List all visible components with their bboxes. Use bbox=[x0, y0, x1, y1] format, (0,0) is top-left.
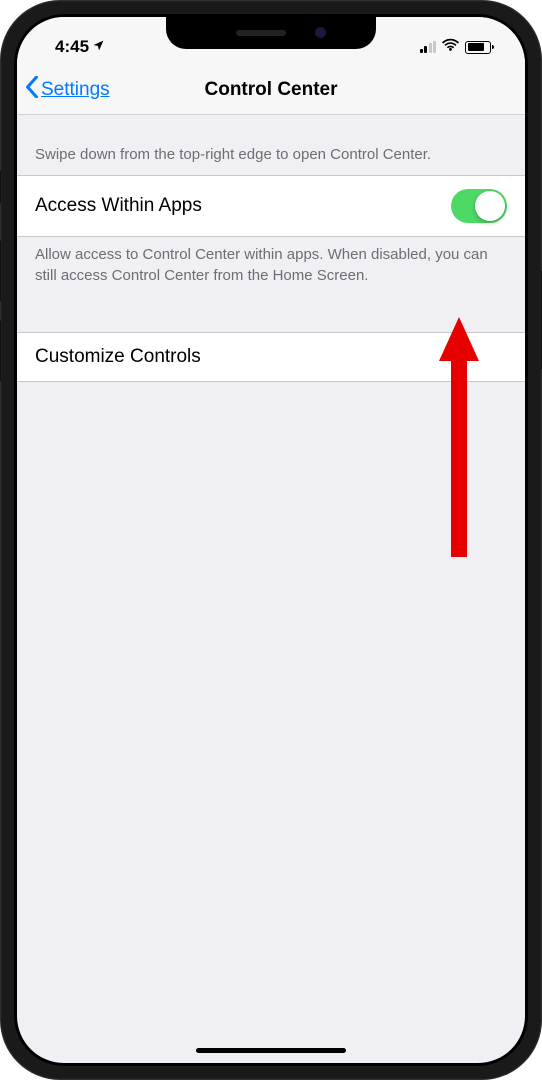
chevron-left-icon bbox=[25, 76, 39, 104]
back-button[interactable]: Settings bbox=[25, 76, 110, 104]
location-icon bbox=[92, 39, 105, 55]
phone-frame: 4:45 bbox=[0, 0, 542, 1080]
home-indicator[interactable] bbox=[196, 1048, 346, 1053]
battery-icon bbox=[465, 41, 491, 54]
section-intro-text: Swipe down from the top-right edge to op… bbox=[17, 115, 525, 175]
mute-switch bbox=[0, 170, 1, 204]
toggle-knob bbox=[475, 191, 505, 221]
back-label: Settings bbox=[41, 79, 110, 101]
content: Swipe down from the top-right edge to op… bbox=[17, 115, 525, 382]
access-footer-text: Allow access to Control Center within ap… bbox=[17, 237, 525, 296]
wifi-icon bbox=[442, 38, 459, 56]
screen: 4:45 bbox=[17, 17, 525, 1063]
nav-bar: Settings Control Center bbox=[17, 65, 525, 115]
customize-controls-row[interactable]: Customize Controls bbox=[17, 332, 525, 382]
customize-controls-label: Customize Controls bbox=[35, 346, 201, 368]
volume-down-button bbox=[0, 320, 1, 382]
access-within-apps-row: Access Within Apps bbox=[17, 175, 525, 237]
status-time: 4:45 bbox=[55, 37, 89, 57]
access-within-apps-label: Access Within Apps bbox=[35, 195, 202, 217]
cellular-signal-icon bbox=[420, 41, 437, 53]
volume-up-button bbox=[0, 240, 1, 302]
notch bbox=[166, 17, 376, 49]
access-within-apps-toggle[interactable] bbox=[451, 189, 507, 223]
